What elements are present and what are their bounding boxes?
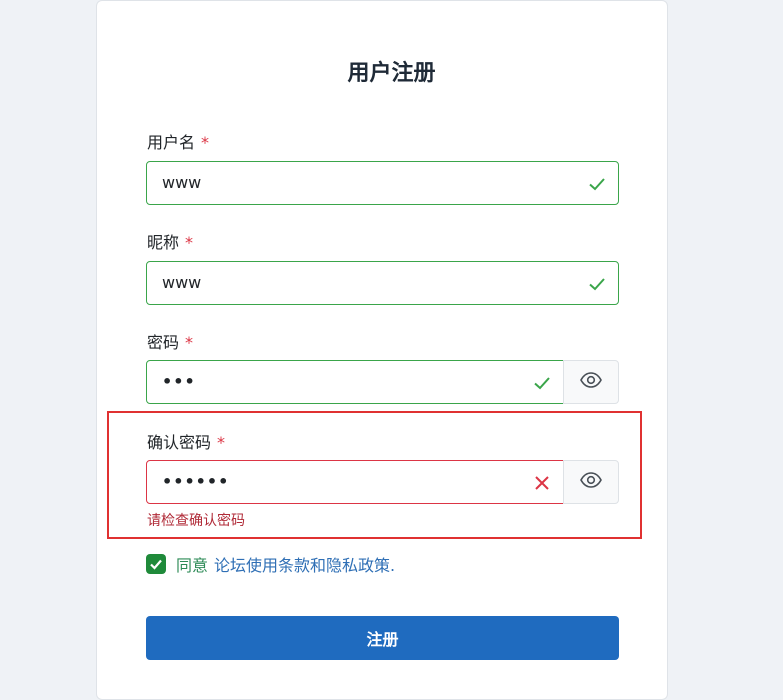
- username-value: www: [162, 173, 202, 192]
- register-button[interactable]: 注册: [146, 616, 619, 660]
- eye-icon: [579, 468, 603, 496]
- check-icon: [587, 274, 607, 294]
- username-label: 用户名 *: [147, 129, 209, 153]
- x-icon: [532, 473, 552, 493]
- username-label-text: 用户名: [147, 133, 196, 152]
- page-title: 用户注册: [347, 61, 436, 86]
- eye-icon: [579, 368, 603, 396]
- confirm-password-label: 确认密码 *: [147, 429, 225, 453]
- password-label: 密码 *: [147, 329, 193, 353]
- confirm-password-error: 请检查确认密码: [147, 513, 245, 529]
- required-mark: *: [185, 333, 194, 352]
- nickname-value: www: [162, 273, 202, 292]
- required-mark: *: [201, 133, 210, 152]
- agree-row: 同意 论坛使用条款和隐私政策.: [146, 553, 395, 575]
- password-label-text: 密码: [147, 333, 180, 352]
- checkmark-icon: [150, 559, 162, 570]
- required-mark: *: [185, 233, 194, 252]
- confirm-password-label-text: 确认密码: [147, 433, 212, 452]
- toggle-password-visibility-button[interactable]: [563, 360, 619, 404]
- toggle-confirm-password-visibility-button[interactable]: [563, 460, 619, 504]
- agree-checkbox[interactable]: [146, 554, 166, 574]
- nickname-input[interactable]: www: [146, 261, 619, 305]
- check-icon: [532, 373, 552, 393]
- confirm-password-value: ••••••: [162, 472, 230, 491]
- terms-link[interactable]: 论坛使用条款和隐私政策.: [214, 552, 395, 576]
- password-input[interactable]: •••: [146, 360, 564, 404]
- confirm-password-input[interactable]: ••••••: [146, 460, 564, 504]
- check-icon: [587, 174, 607, 194]
- nickname-label: 昵称 *: [147, 229, 193, 253]
- nickname-label-text: 昵称: [147, 233, 180, 252]
- password-value: •••: [162, 372, 196, 391]
- required-mark: *: [217, 433, 226, 452]
- username-input[interactable]: www: [146, 161, 619, 205]
- agree-label: 同意: [176, 556, 209, 575]
